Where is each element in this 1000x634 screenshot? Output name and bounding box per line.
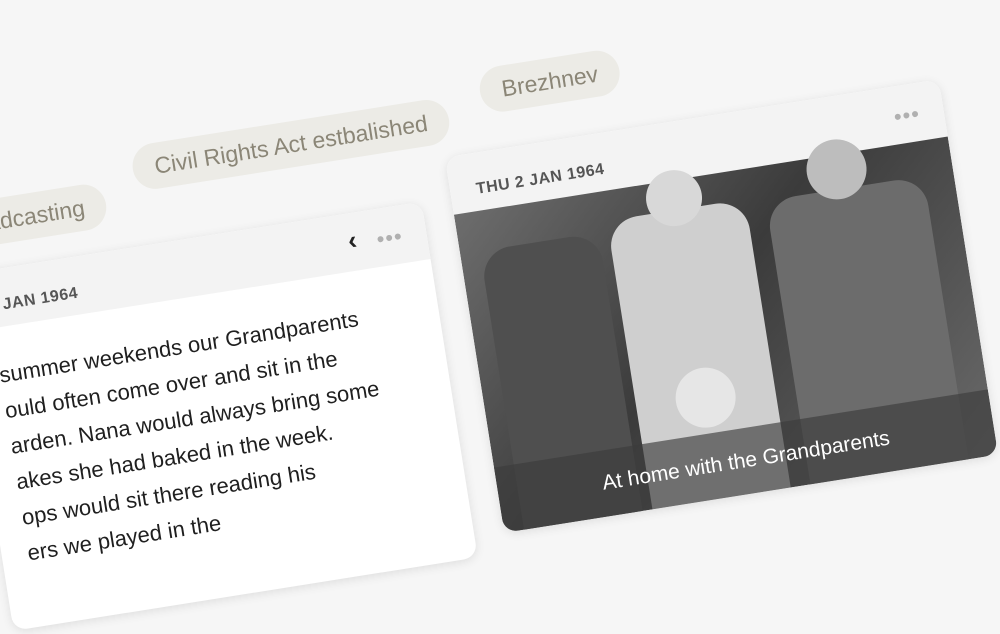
journal-entry-card[interactable]: 1 JAN 1964 ‹ ••• summer weekends our Gra…	[0, 201, 478, 631]
timeline-tag-broadcasting[interactable]: Broadcasting	[0, 181, 110, 255]
entry-date: 1 JAN 1964	[0, 284, 80, 316]
more-horizontal-icon[interactable]: •••	[892, 101, 922, 131]
chevron-left-icon[interactable]: ‹	[346, 224, 359, 256]
timeline-stage: Broadcasting Civil Rights Act estbalishe…	[0, 0, 1000, 631]
tag-label: Brezhnev	[499, 60, 600, 102]
more-horizontal-icon[interactable]: •••	[375, 223, 405, 253]
timeline-tag-brezhnev[interactable]: Brezhnev	[476, 47, 624, 115]
tag-label: Broadcasting	[0, 194, 87, 242]
timeline-tag-civil-rights[interactable]: Civil Rights Act estbalished	[129, 96, 453, 193]
photo-memory-card[interactable]: THU 2 JAN 1964 ••• At home with the Gran…	[444, 79, 999, 533]
tag-label: Civil Rights Act estbalished	[152, 109, 430, 179]
